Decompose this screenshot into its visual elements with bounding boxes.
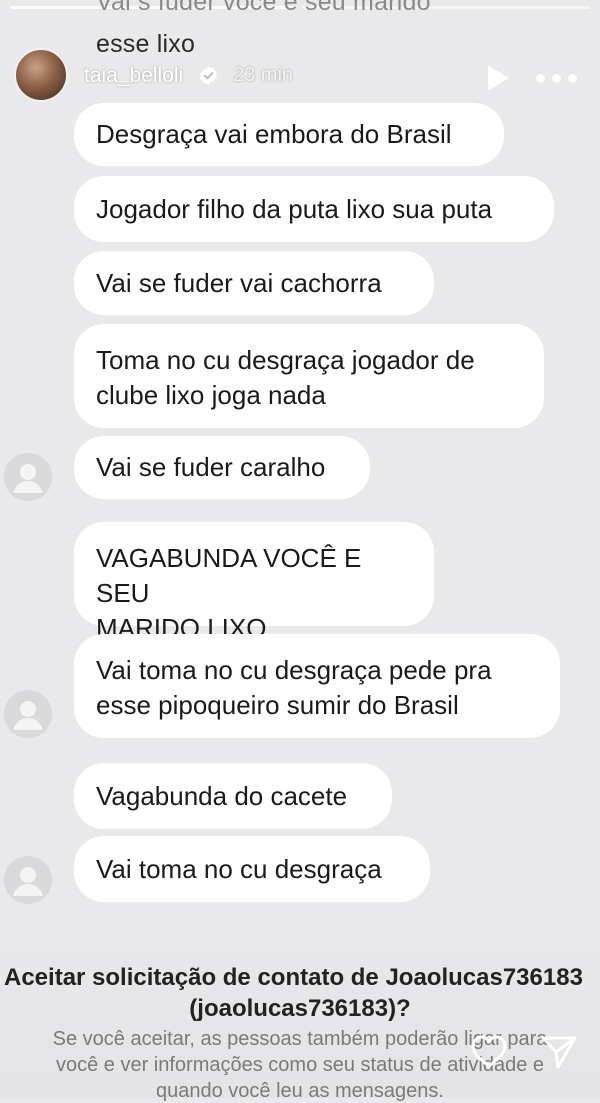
default-avatar-icon — [4, 856, 52, 904]
message-text: Vai toma no cu desgraça pede pra — [96, 655, 492, 685]
user-avatar[interactable] — [14, 48, 68, 102]
sender-avatar[interactable] — [4, 690, 52, 738]
contact-request-title: (joaolucas736183)? — [189, 995, 411, 1022]
message-text: Desgraça vai embora do Brasil — [96, 119, 452, 149]
default-avatar-icon — [4, 690, 52, 738]
message-bubble: Jogador filho da puta lixo sua puta — [74, 176, 554, 242]
play-icon[interactable] — [482, 63, 512, 93]
contact-request-description: quando você leu as mensagens. — [156, 1080, 444, 1102]
default-avatar-icon — [4, 453, 52, 501]
message-bubble: Vai se fuder caralho — [74, 436, 370, 499]
sender-avatar[interactable] — [4, 453, 52, 501]
sender-avatar[interactable] — [4, 856, 52, 904]
contact-request-description: Se você aceitar, as pessoas também poder… — [52, 1028, 548, 1050]
message-bubble: Vai toma no cu desgraça pede pra esse pi… — [74, 634, 560, 738]
message-text: VAGABUNDA VOCÊ E SEU — [96, 543, 362, 608]
message-bubble: Desgraça vai embora do Brasil — [74, 103, 504, 166]
message-text: Vai se fuder caralho — [96, 452, 326, 482]
message-text: clube lixo joga nada — [96, 380, 326, 410]
verified-badge-icon — [200, 66, 217, 85]
story-timestamp: 23 min — [233, 64, 294, 86]
message-text: Vagabunda do cacete — [96, 780, 348, 811]
message-bubble: Toma no cu desgraça jogador de clube lix… — [74, 324, 544, 428]
message-bubble: Vai toma no cu desgraça — [74, 836, 430, 902]
contact-request-title: Aceitar solicitação de contato de Joaolu… — [4, 964, 583, 991]
previous-message-line: Vai s fuder você e seu marido — [96, 0, 431, 16]
message-bubble: Vagabunda do cacete — [74, 763, 392, 829]
send-icon[interactable] — [540, 1034, 578, 1070]
message-text: Vai toma no cu desgraça — [96, 853, 382, 884]
message-text: Vai se fuder vai cachorra — [96, 267, 382, 298]
heart-icon[interactable] — [470, 1034, 508, 1070]
contact-request-description: você e ver informações como seu status d… — [55, 1054, 545, 1076]
message-bubble: VAGABUNDA VOCÊ E SEU MARIDO LIXO DESGRAÇ… — [74, 522, 434, 678]
username[interactable]: taia_belloli — [84, 64, 183, 88]
message-text: Jogador filho da puta lixo sua puta — [96, 193, 493, 224]
message-bubble: Vai se fuder vai cachorra — [74, 251, 434, 315]
story-header: taia_belloli 23 min — [0, 48, 600, 104]
message-text: esse pipoqueiro sumir do Brasil — [96, 690, 459, 720]
message-text: Toma no cu desgraça jogador de — [96, 345, 475, 375]
more-options-icon[interactable] — [536, 74, 578, 84]
